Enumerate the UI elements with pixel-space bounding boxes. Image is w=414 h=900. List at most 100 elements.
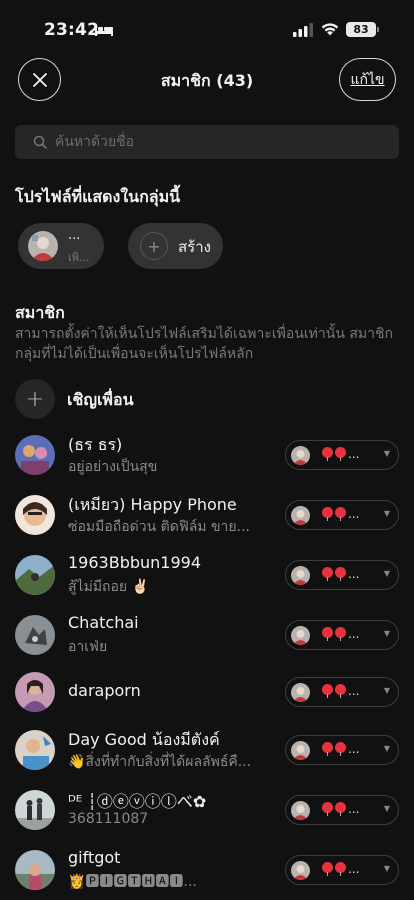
- member-avatar: [15, 555, 55, 595]
- plus-icon: +: [15, 379, 55, 419]
- member-status: อยู่อย่างเป็นสุข: [68, 459, 158, 475]
- profile-chip[interactable]: ... เพิ...: [18, 223, 104, 269]
- profile-label: ...: [322, 627, 359, 641]
- invite-friends-button[interactable]: + เชิญเพื่อน: [15, 379, 405, 419]
- search-icon: [33, 135, 47, 149]
- profile-label: ...: [322, 742, 359, 756]
- members-section-title: สมาชิก: [15, 303, 65, 322]
- search-box: [15, 125, 399, 159]
- balloon-icon: [335, 802, 346, 816]
- member-name: (เหมียว) Happy Phone: [68, 495, 237, 514]
- chevron-down-icon: ▼: [383, 864, 390, 873]
- member-avatar: [15, 672, 55, 712]
- chevron-down-icon: ▼: [383, 804, 390, 813]
- status-time: 23:42: [44, 20, 100, 40]
- status-bar: 23:42 83: [0, 0, 414, 56]
- profile-avatar: [291, 506, 310, 525]
- member-row[interactable]: Chatchai อาเฟ่ย ... ▼: [0, 613, 414, 671]
- member-row[interactable]: daraporn ... ▼: [0, 672, 414, 728]
- balloon-icon: [335, 507, 346, 521]
- member-row[interactable]: (เหมียว) Happy Phone ซ่อมมือถือด่วน ติดฟ…: [0, 495, 414, 551]
- profile-visibility-dropdown[interactable]: ... ▼: [285, 440, 399, 470]
- close-button[interactable]: [18, 58, 61, 101]
- profile-avatar: [28, 231, 58, 261]
- member-status: สู้ไม่มีถอย ✌🏻: [68, 579, 150, 595]
- chevron-down-icon: ▼: [383, 686, 390, 695]
- chevron-down-icon: ▼: [383, 449, 390, 458]
- member-status: ซ่อมมือถือด่วน ติดฟิล์ม ขาย...: [68, 519, 250, 535]
- header: สมาชิก (43) แก้ไข: [0, 58, 414, 102]
- profile-label: ...: [322, 802, 359, 816]
- member-avatar: [15, 730, 55, 770]
- member-status: 368111087: [68, 811, 149, 827]
- profile-visibility-dropdown[interactable]: ... ▼: [285, 677, 399, 707]
- invite-friends-label: เชิญเพื่อน: [67, 390, 134, 409]
- battery-tip: [377, 27, 379, 32]
- cellular-signal-icon: [293, 23, 313, 37]
- profile-avatar: [291, 861, 310, 880]
- member-row[interactable]: Day Good น้องมีตังค์ 👋สิ่งที่ทำกับสิ่งที…: [0, 730, 414, 786]
- member-row[interactable]: 1963Bbbun1994 สู้ไม่มีถอย ✌🏻 ... ▼: [0, 553, 414, 611]
- member-status: อาเฟ่ย: [68, 639, 108, 655]
- balloon-icon: [322, 742, 333, 756]
- profile-avatar: [291, 566, 310, 585]
- profile-visibility-dropdown[interactable]: ... ▼: [285, 560, 399, 590]
- balloon-icon: [322, 684, 333, 698]
- balloon-icon: [335, 627, 346, 641]
- member-name: ᴰᴱ ┆ⓓⓔⓥⓘⓛべ✿: [68, 792, 207, 811]
- balloon-icon: [322, 507, 333, 521]
- member-row[interactable]: giftgot 👸🅿🅸🅶🆃🅷🅰🅸... ... ▼: [0, 848, 414, 900]
- member-status: 👸🅿🅸🅶🆃🅷🅰🅸...: [68, 874, 197, 890]
- profile-visibility-dropdown[interactable]: ... ▼: [285, 620, 399, 650]
- chevron-down-icon: ▼: [383, 569, 390, 578]
- create-profile-button[interactable]: + สร้าง: [128, 223, 223, 269]
- chevron-down-icon: ▼: [383, 744, 390, 753]
- profile-avatar: [291, 683, 310, 702]
- search-input[interactable]: [55, 125, 385, 159]
- members-description: สามารถตั้งค่าให้เห็นโปรไฟล์เสริมได้เฉพาะ…: [15, 326, 393, 362]
- balloon-icon: [322, 447, 333, 461]
- edit-button[interactable]: แก้ไข: [339, 58, 396, 101]
- member-avatar: [15, 850, 55, 890]
- member-name: 1963Bbbun1994: [68, 553, 202, 572]
- profile-visibility-dropdown[interactable]: ... ▼: [285, 795, 399, 825]
- profile-chip-subtitle: เพิ...: [68, 251, 90, 264]
- member-name: (ธร ธร): [68, 435, 123, 454]
- balloon-icon: [322, 627, 333, 641]
- balloon-icon: [322, 862, 333, 876]
- wifi-icon: [321, 23, 339, 36]
- balloon-icon: [322, 567, 333, 581]
- member-name: giftgot: [68, 848, 121, 867]
- profile-visibility-dropdown[interactable]: ... ▼: [285, 735, 399, 765]
- member-avatar: [15, 435, 55, 475]
- profile-label: ...: [322, 567, 359, 581]
- member-row[interactable]: (ธร ธร) อยู่อย่างเป็นสุข ... ▼: [0, 435, 414, 491]
- profile-label: ...: [322, 684, 359, 698]
- member-status: 👋สิ่งที่ทำกับสิ่งที่ได้ผลลัพธ์คื...: [68, 754, 252, 770]
- balloon-icon: [335, 447, 346, 461]
- balloon-icon: [322, 802, 333, 816]
- profile-visibility-dropdown[interactable]: ... ▼: [285, 500, 399, 530]
- chevron-down-icon: ▼: [383, 509, 390, 518]
- chevron-down-icon: ▼: [383, 629, 390, 638]
- member-avatar: [15, 615, 55, 655]
- member-name: Chatchai: [68, 613, 139, 632]
- balloon-icon: [335, 742, 346, 756]
- plus-icon: +: [140, 232, 168, 260]
- member-avatar: [15, 790, 55, 830]
- sleep-focus-icon: [95, 26, 113, 36]
- profile-label: ...: [322, 447, 359, 461]
- balloon-icon: [335, 567, 346, 581]
- profile-chip-name: ...: [68, 228, 81, 243]
- profile-visibility-dropdown[interactable]: ... ▼: [285, 855, 399, 885]
- member-avatar: [15, 495, 55, 535]
- member-row[interactable]: ᴰᴱ ┆ⓓⓔⓥⓘⓛべ✿ 368111087 ... ▼: [0, 790, 414, 846]
- balloon-icon: [335, 684, 346, 698]
- balloon-icon: [335, 862, 346, 876]
- battery-level: 83: [346, 22, 376, 37]
- profile-avatar: [291, 446, 310, 465]
- profile-avatar: [291, 626, 310, 645]
- profiles-section-title: โปรไฟล์ที่แสดงในกลุ่มนี้: [15, 187, 181, 206]
- profile-avatar: [291, 741, 310, 760]
- profile-label: ...: [322, 862, 359, 876]
